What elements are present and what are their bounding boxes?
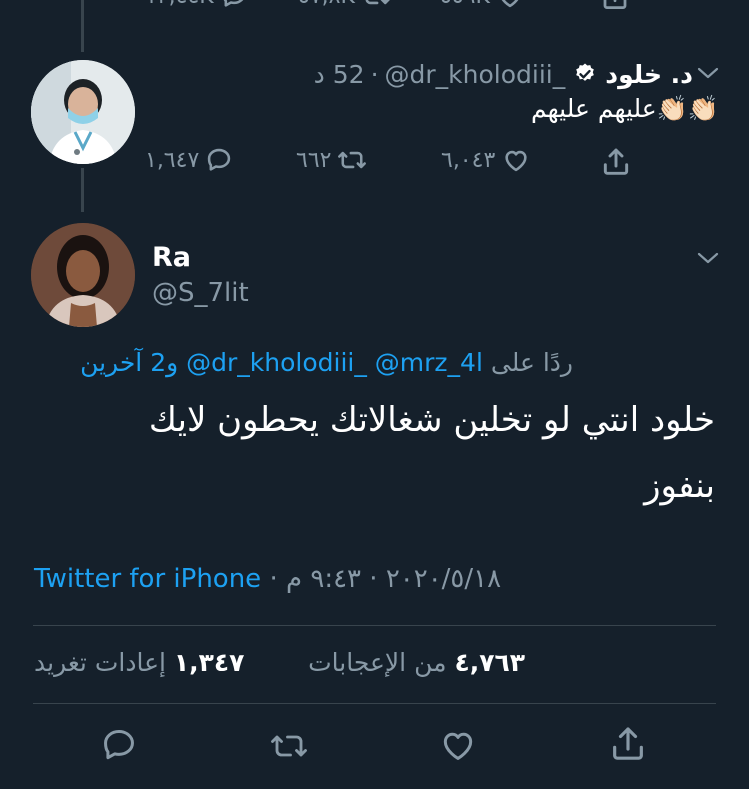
tweet-1-text: 👏🏻👏🏻عليهم عليهم bbox=[530, 94, 719, 123]
reply-more[interactable]: و2 آخرين bbox=[80, 348, 178, 377]
prev-retweet-count: ٥٧,٨K bbox=[298, 0, 355, 9]
like-icon bbox=[496, 0, 524, 10]
tweet-meta: Twitter for iPhone · ٢٠٢٠/٥/١٨ · ٩:٤٣ م bbox=[34, 564, 501, 594]
like-icon[interactable] bbox=[438, 726, 478, 764]
reply-icon[interactable] bbox=[100, 726, 138, 764]
tweet-time[interactable]: 52 د bbox=[314, 60, 365, 89]
share-icon bbox=[600, 146, 632, 178]
share-action[interactable] bbox=[600, 146, 632, 178]
author-name[interactable]: Ra bbox=[152, 242, 191, 273]
tweet-2-text-line-2: بنفوز bbox=[644, 466, 715, 506]
tweet-1-header: د. خلود @dr_kholodiii_ · 52 د bbox=[314, 56, 693, 92]
retweets-label: إعادات تغريد bbox=[34, 648, 166, 677]
retweet-count: ٦٦٢ bbox=[296, 147, 332, 173]
tweet-actions bbox=[0, 726, 749, 770]
meta-dot: · bbox=[369, 564, 378, 594]
thread-line-middle bbox=[81, 168, 84, 212]
chevron-down-icon[interactable] bbox=[695, 62, 721, 84]
author-handle[interactable]: @dr_kholodiii_ bbox=[385, 60, 566, 89]
share-icon[interactable] bbox=[608, 724, 648, 764]
separator-dot: · bbox=[370, 59, 379, 89]
chevron-down-icon[interactable] bbox=[695, 247, 721, 269]
divider bbox=[33, 625, 716, 626]
prev-reply-count: ١٣,٤٤K bbox=[145, 0, 214, 9]
engagement-stats-retweets: ١,٣٤٧ إعادات تغريد bbox=[34, 648, 244, 677]
reply-prefix: ردًا على bbox=[490, 348, 573, 377]
author-name[interactable]: د. خلود bbox=[605, 60, 693, 89]
reply-icon bbox=[205, 146, 233, 174]
verified-badge-icon bbox=[573, 62, 597, 86]
retweet-icon[interactable] bbox=[268, 728, 310, 764]
engagement-stats: ٤,٧٦٣ من الإعجابات bbox=[308, 648, 525, 677]
reply-icon bbox=[220, 0, 248, 10]
tweet-source[interactable]: Twitter for iPhone bbox=[34, 564, 261, 594]
tweet-time: ٩:٤٣ م bbox=[285, 564, 362, 594]
retweets-stat[interactable]: ١,٣٤٧ إعادات تغريد bbox=[34, 648, 244, 677]
author-handle[interactable]: @S_7lit bbox=[152, 278, 249, 308]
avatar[interactable] bbox=[31, 60, 135, 164]
prev-like-count: ٥٥٩K bbox=[440, 0, 490, 9]
avatar[interactable] bbox=[31, 223, 135, 327]
prev-tweet-actions: ١٣,٤٤K ٥٧,٨K ٥٥٩K bbox=[0, 0, 749, 16]
meta-dot: · bbox=[269, 564, 278, 594]
retweet-action[interactable]: ٦٦٢ bbox=[296, 146, 367, 174]
reply-targets[interactable]: @dr_kholodiii_ @mrz_4l bbox=[186, 348, 483, 377]
likes-stat[interactable]: ٤,٧٦٣ من الإعجابات bbox=[308, 648, 525, 677]
likes-count: ٤,٧٦٣ bbox=[454, 648, 525, 677]
prev-retweet-action[interactable]: ٥٧,٨K bbox=[298, 0, 391, 10]
reply-action[interactable]: ١,٦٤٧ bbox=[145, 146, 233, 174]
likes-label: من الإعجابات bbox=[308, 648, 447, 677]
tweet-2-text-line-1: خلود انتي لو تخلين شغالاتك يحطون لايك bbox=[148, 400, 715, 440]
reply-context: ردًا على @dr_kholodiii_ @mrz_4l و2 آخرين bbox=[80, 348, 573, 377]
prev-like-action[interactable]: ٥٥٩K bbox=[440, 0, 524, 10]
prev-reply-action[interactable]: ١٣,٤٤K bbox=[145, 0, 248, 10]
retweets-count: ١,٣٤٧ bbox=[173, 648, 245, 677]
like-action[interactable]: ٦,٠٤٣ bbox=[441, 146, 531, 174]
retweet-icon bbox=[361, 0, 391, 10]
reply-count: ١,٦٤٧ bbox=[145, 147, 200, 173]
share-icon bbox=[600, 0, 630, 12]
prev-share-action[interactable] bbox=[600, 0, 630, 12]
like-icon bbox=[501, 146, 531, 174]
retweet-icon bbox=[337, 146, 367, 174]
tweet-date: ٢٠٢٠/٥/١٨ bbox=[385, 564, 502, 594]
like-count: ٦,٠٤٣ bbox=[441, 147, 496, 173]
divider bbox=[33, 703, 716, 704]
